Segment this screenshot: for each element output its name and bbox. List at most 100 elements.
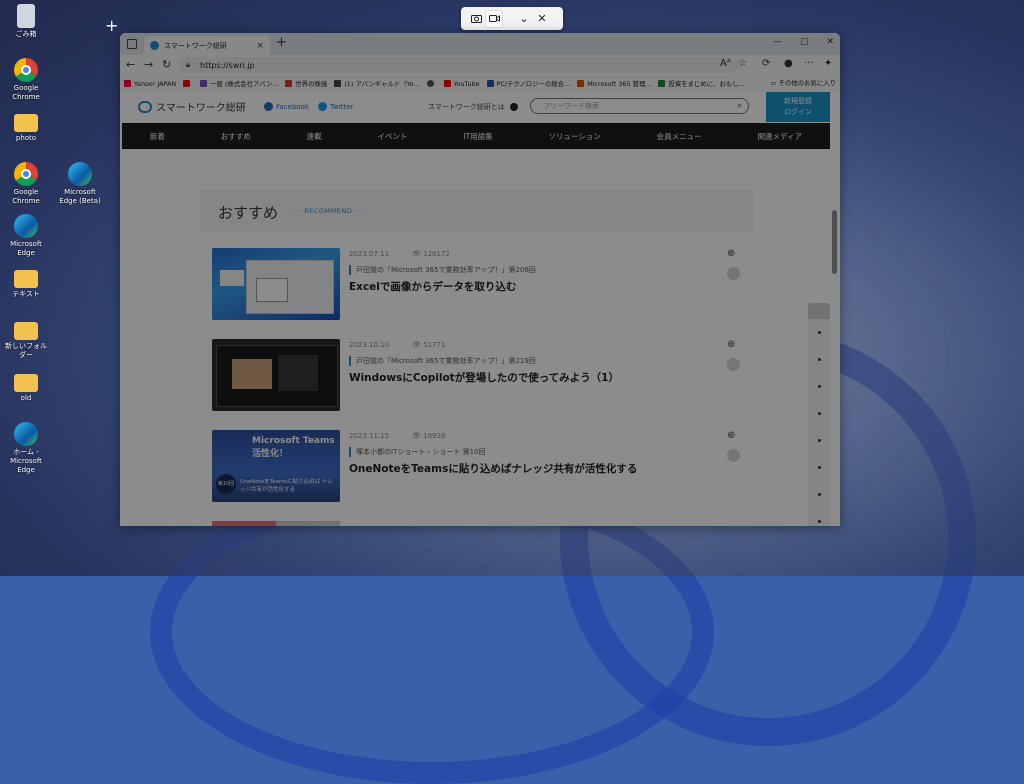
desktop-icon-edge-home[interactable]: ホーム - Microsoft Edge <box>4 422 48 475</box>
article-title[interactable]: WindowsにCopilotが登場したので使ってみよう（1） <box>349 370 619 385</box>
camera-icon[interactable] <box>467 10 485 28</box>
site-logo[interactable]: スマートワーク総研 <box>138 99 246 114</box>
window-close-icon[interactable]: ✕ <box>826 37 834 47</box>
desktop-icon-chrome[interactable]: Google Chrome <box>4 58 48 102</box>
bookmark-item[interactable]: 一般 (株式会社アバン... <box>200 79 278 88</box>
folder-icon <box>14 270 38 288</box>
desktop-icon-label: ごみ箱 <box>15 30 37 38</box>
favorite-star-icon[interactable]: ☆ <box>738 58 747 69</box>
tab-actions-icon[interactable] <box>127 39 137 49</box>
views-count: 128172 <box>423 250 450 258</box>
desktop-icon-text-folder[interactable]: テキスト <box>4 264 48 299</box>
zoom-in-icon[interactable]: ⊕ <box>727 430 735 441</box>
address-bar[interactable]: 🔒︎ https://swri.jp <box>178 57 738 73</box>
article-thumbnail[interactable] <box>212 248 340 320</box>
article-thumbnail-partial <box>212 521 276 526</box>
bookmark-item[interactable]: 世界の株価 <box>285 79 327 88</box>
desktop-icon-chrome-2[interactable]: Google Chrome <box>4 162 48 206</box>
crosshair-cursor-icon: + <box>105 16 119 35</box>
article-series[interactable]: 塚本小都のITショート・ショート 第10回 <box>349 447 485 457</box>
desktop-icon-recycle-bin[interactable]: ごみ箱 <box>4 4 48 39</box>
article-date: 2023.10.10 <box>349 341 390 349</box>
window-controls: — ▢ ✕ <box>773 37 834 47</box>
favorite-star-icon[interactable] <box>727 358 740 371</box>
side-share-rail <box>808 303 830 526</box>
other-favorites[interactable]: ▭ その他のお気に入り <box>770 78 836 87</box>
lock-icon: 🔒︎ <box>186 60 191 69</box>
nav-item-recommend[interactable]: おすすめ <box>221 131 251 142</box>
more-menu-icon[interactable]: ··· <box>804 58 814 69</box>
back-icon[interactable]: ← <box>126 58 135 71</box>
login-label: ログイン <box>784 108 812 116</box>
web-page: スマートワーク総研 Facebook Twitter スマートワーク総研とは フ… <box>120 92 840 526</box>
maximize-icon[interactable]: ▢ <box>800 37 809 47</box>
bookmark-item[interactable] <box>426 80 437 87</box>
forward-icon[interactable]: → <box>144 58 153 71</box>
article-card[interactable]: Microsoft Teams 活性化！ 第10回 OneNoteをTeamsに… <box>212 430 752 502</box>
side-rail-header <box>808 303 830 319</box>
edge-icon <box>14 214 38 238</box>
nav-item-events[interactable]: イベント <box>377 131 407 142</box>
thumbnail-caption: OneNoteをTeamsに貼り込めば ナレッジ共有が活性化する <box>240 479 333 493</box>
rail-dot-icon[interactable] <box>817 520 821 523</box>
article-thumbnail[interactable] <box>212 339 340 411</box>
bookmark-item[interactable]: Microsoft 365 管理... <box>577 79 651 88</box>
site-search-input[interactable]: フリーワード検索 ⌕ <box>530 98 749 114</box>
nav-item-new[interactable]: 新着 <box>150 131 165 142</box>
nav-item-related-media[interactable]: 関連メディア <box>757 131 801 142</box>
browser-window: スマートワーク総研 × + — ▢ ✕ ← → ↻ 🔒︎ https://swr… <box>120 33 840 526</box>
bookmark-item[interactable]: 投資をまじめに、おもし... <box>658 79 745 88</box>
bookmark-item[interactable]: Yahoo! JAPAN <box>124 80 176 88</box>
desktop-icon-edge[interactable]: Microsoft Edge <box>4 214 48 258</box>
article-series[interactable]: 戸田覚の「Microsoft 365で業務効率アップ！」第206回 <box>349 265 536 275</box>
recommend-section-header: おすすめ ··· RECOMMEND ··· <box>200 190 753 232</box>
extensions-icon[interactable]: ⟳ <box>762 58 770 69</box>
arrow-circle-icon <box>509 103 518 111</box>
bookmark-item[interactable]: (1) アバンギャルド（Yo... <box>334 79 420 88</box>
desktop-icon-new-folder[interactable]: 新しいフォルダー <box>4 316 48 360</box>
new-tab-icon[interactable]: + <box>276 35 287 50</box>
article-card[interactable]: 2023.10.10 👁︎ 51771 戸田覚の「Microsoft 365で業… <box>212 339 752 411</box>
article-card[interactable]: 2023.07.11 👁︎ 128172 戸田覚の「Microsoft 365で… <box>212 248 752 320</box>
read-aloud-icon[interactable]: Aᴬ <box>720 58 731 69</box>
twitter-link[interactable]: Twitter <box>318 102 353 111</box>
desktop-icon-edge-beta[interactable]: Microsoft Edge (Beta) <box>58 162 102 206</box>
nav-item-solutions[interactable]: ソリューション <box>548 131 600 142</box>
register-login-button[interactable]: 新規登録 ログイン <box>766 92 830 122</box>
zoom-in-icon[interactable]: ⊕ <box>727 339 735 350</box>
bookmark-label: 投資をまじめに、おもし... <box>668 80 745 88</box>
bookmark-item[interactable]: PC/テクノロジーの総合... <box>486 79 571 88</box>
tab-title: スマートワーク総研 <box>164 41 227 50</box>
about-link[interactable]: スマートワーク総研とは <box>428 102 518 112</box>
bookmark-label: PC/テクノロジーの総合... <box>496 80 571 88</box>
tab-active[interactable]: スマートワーク総研 × <box>144 36 270 55</box>
nav-item-series[interactable]: 連載 <box>307 131 322 142</box>
chevron-down-icon[interactable]: ⌄ <box>515 10 533 28</box>
bookmark-item[interactable]: YouTube <box>443 80 480 88</box>
copilot-icon[interactable]: ✦ <box>824 58 832 69</box>
minimize-icon[interactable]: — <box>773 37 782 47</box>
article-title[interactable]: OneNoteをTeamsに貼り込めばナレッジ共有が活性化する <box>349 461 637 476</box>
facebook-link[interactable]: Facebook <box>264 102 309 111</box>
article-title[interactable]: Excelで画像からデータを取り込む <box>349 279 516 294</box>
twitter-icon <box>318 102 327 111</box>
desktop-icon-photo-folder[interactable]: photo <box>4 108 48 143</box>
nav-item-member-menu[interactable]: 会員メニュー <box>657 131 702 142</box>
page-scrollbar[interactable] <box>832 210 837 274</box>
nav-item-glossary[interactable]: IT用語集 <box>463 131 492 142</box>
favorite-star-icon[interactable] <box>727 449 740 462</box>
zoom-in-icon[interactable]: ⊕ <box>727 248 735 259</box>
article-series[interactable]: 戸田覚の「Microsoft 365で業務効率アップ！」第219回 <box>349 356 536 366</box>
video-icon[interactable] <box>485 9 503 28</box>
facebook-label: Facebook <box>276 102 309 111</box>
close-icon[interactable]: ✕ <box>533 10 551 28</box>
tab-close-icon[interactable]: × <box>256 41 264 51</box>
refresh-icon[interactable]: ↻ <box>162 58 171 71</box>
search-icon[interactable]: ⌕ <box>737 101 742 111</box>
article-thumbnail[interactable]: Microsoft Teams 活性化！ 第10回 OneNoteをTeamsに… <box>212 430 340 502</box>
favorite-star-icon[interactable] <box>727 267 740 280</box>
profile-avatar-icon[interactable]: ● <box>784 58 793 69</box>
desktop-icon-old-folder[interactable]: old <box>4 368 48 403</box>
bookmark-item[interactable] <box>183 80 193 87</box>
microsoft-icon <box>577 80 585 87</box>
